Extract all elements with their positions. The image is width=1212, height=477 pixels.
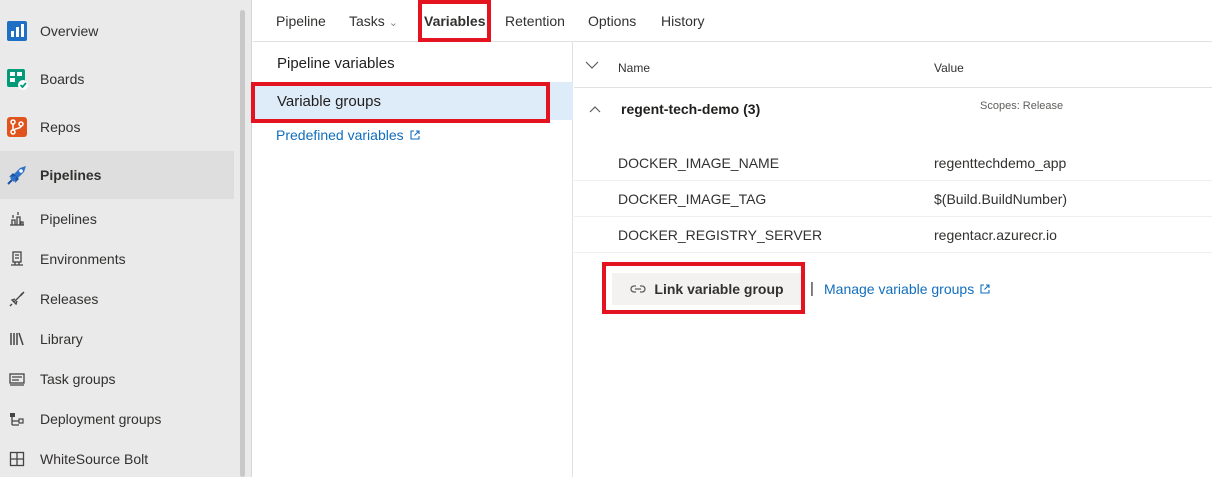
grid-header: Name Value — [574, 42, 1212, 88]
nav-subitem-releases[interactable]: Releases — [0, 279, 234, 319]
nav-label: Releases — [40, 291, 99, 307]
environments-icon — [11, 251, 23, 266]
boards-icon — [7, 69, 28, 90]
highlight-box-variables-tab — [418, 0, 491, 42]
action-separator: | — [810, 280, 814, 297]
nav-subitem-pipelines[interactable]: Pipelines — [0, 199, 234, 239]
pipeline-variables-label: Pipeline variables — [277, 54, 395, 72]
external-link-icon — [980, 284, 990, 294]
nav-subitem-environments[interactable]: Environments — [0, 239, 234, 279]
nav-subitem-deployment-groups[interactable]: Deployment groups — [0, 399, 234, 439]
variable-group-title: regent-tech-demo (3) — [621, 101, 761, 117]
variable-name: DOCKER_IMAGE_NAME — [618, 155, 780, 171]
overview-icon — [7, 21, 27, 41]
chevron-down-icon: ⌄ — [388, 17, 399, 29]
tab-pipeline[interactable]: Pipeline — [276, 0, 326, 42]
nav-item-pipelines[interactable]: Pipelines — [0, 151, 234, 199]
deployment-groups-icon — [10, 413, 24, 426]
column-header-name: Name — [618, 61, 651, 75]
nav-subitem-task-groups[interactable]: Task groups — [0, 359, 234, 399]
variable-value: regentacr.azurecr.io — [934, 227, 1057, 243]
nav-subitem-library[interactable]: Library — [0, 319, 234, 359]
pipeline-tabs: Pipeline Tasks ⌄ Variables Retention Opti… — [253, 0, 1212, 42]
table-row: DOCKER_REGISTRY_SERVER regentacr.azurecr… — [574, 217, 1212, 253]
nav-subitem-whitesource-bolt[interactable]: WhiteSource Bolt — [0, 439, 234, 477]
nav-label: Pipelines — [40, 167, 102, 183]
column-header-value: Value — [934, 61, 964, 75]
variable-group-scope: Scopes: Release — [980, 100, 1064, 112]
tab-history[interactable]: History — [661, 0, 705, 42]
nav-label: Boards — [40, 71, 85, 87]
variable-value: regenttechdemo_app — [934, 155, 1067, 171]
variable-name: DOCKER_REGISTRY_SERVER — [618, 227, 823, 243]
nav-label: Repos — [40, 119, 81, 135]
pipelines-sub-icon — [10, 212, 24, 226]
library-icon — [10, 332, 24, 346]
variable-groups-panel: Name Value regent-tech-demo (3) Scopes: … — [574, 42, 1212, 477]
manage-variable-groups-link[interactable]: Manage variable groups — [824, 281, 990, 297]
releases-icon — [9, 291, 25, 307]
variable-name: DOCKER_IMAGE_TAG — [618, 191, 767, 207]
pipelines-icon — [7, 166, 26, 185]
nav-scrollbar[interactable] — [240, 10, 245, 477]
nav-item-repos[interactable]: Repos — [0, 103, 234, 151]
task-groups-icon — [9, 373, 25, 386]
table-row: DOCKER_IMAGE_NAME regenttechdemo_app — [574, 145, 1212, 181]
predefined-variables-link[interactable]: Predefined variables — [276, 127, 420, 143]
nav-label: Environments — [40, 251, 126, 267]
nav-label: Task groups — [40, 371, 116, 387]
nav-label: Library — [40, 331, 83, 347]
left-navigation: Overview Boards Repos Pipelines Pipeline… — [0, 0, 252, 477]
tab-options[interactable]: Options — [588, 0, 636, 42]
tab-retention[interactable]: Retention — [505, 0, 565, 42]
nav-item-boards[interactable]: Boards — [0, 55, 234, 103]
highlight-box-link-button — [602, 262, 805, 314]
variable-value: $(Build.BuildNumber) — [934, 191, 1068, 207]
tab-tasks[interactable]: Tasks ⌄ — [349, 0, 398, 42]
external-link-icon — [410, 130, 420, 140]
nav-label: Overview — [40, 23, 99, 39]
chevron-up-icon[interactable] — [589, 105, 601, 113]
whitesource-icon — [9, 451, 25, 467]
repos-icon — [7, 117, 27, 137]
collapse-all-chevron-icon[interactable] — [585, 60, 599, 70]
nav-label: Deployment groups — [40, 411, 162, 427]
nav-label: Pipelines — [40, 211, 97, 227]
nav-item-overview[interactable]: Overview — [0, 7, 234, 55]
nav-label: WhiteSource Bolt — [40, 451, 149, 467]
table-row: DOCKER_IMAGE_TAG $(Build.BuildNumber) — [574, 181, 1212, 217]
variable-group-header[interactable]: regent-tech-demo (3) Scopes: Release — [574, 88, 1212, 132]
highlight-box-variable-groups — [251, 82, 550, 123]
pipeline-variables-item[interactable]: Pipeline variables — [253, 44, 573, 82]
